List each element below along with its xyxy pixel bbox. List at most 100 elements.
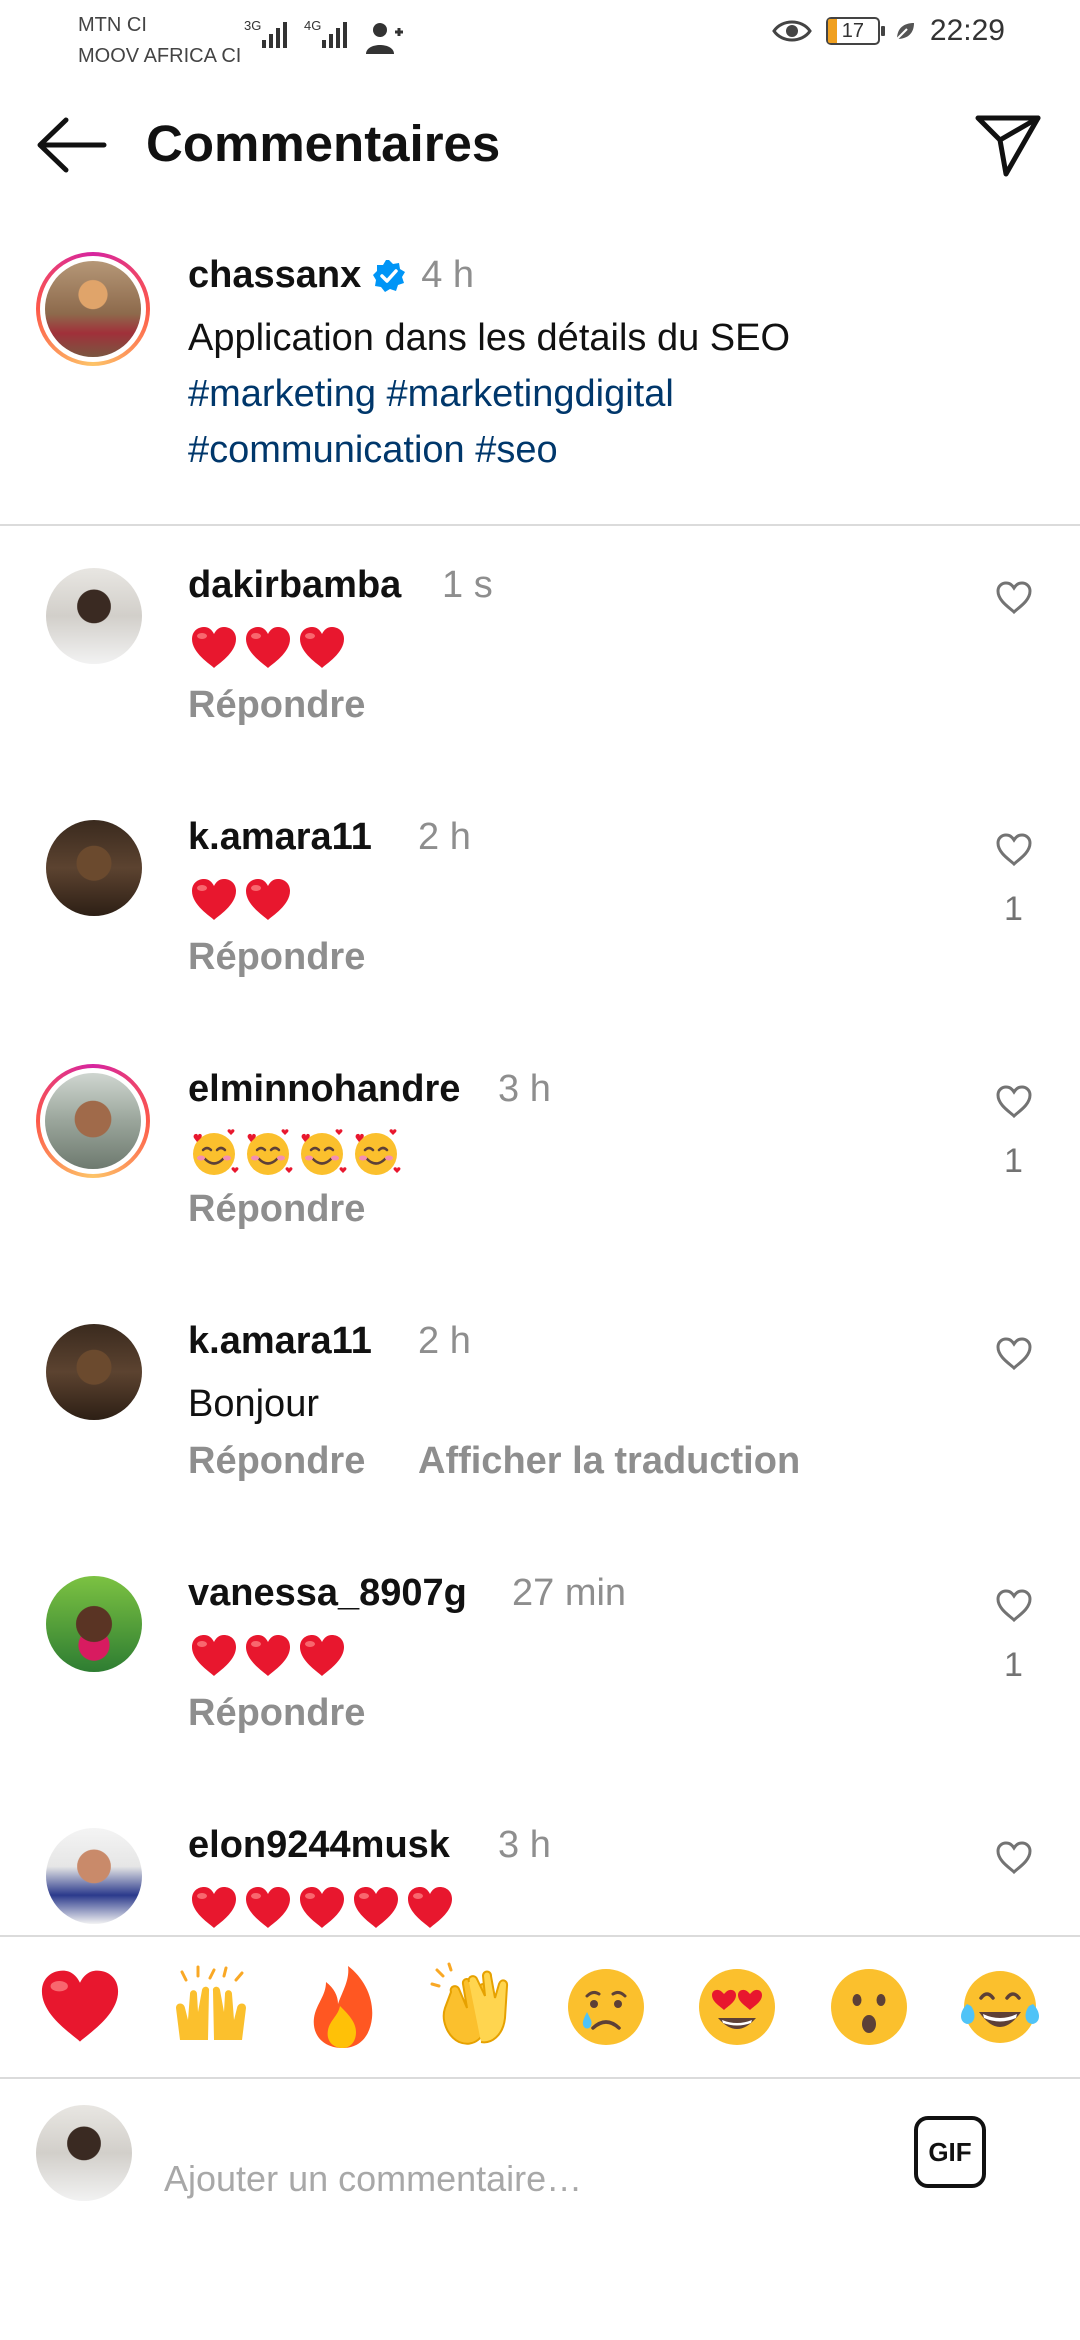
- eye-icon: [772, 20, 812, 42]
- comment-composer: GIF: [0, 2077, 1080, 2340]
- reaction-fire[interactable]: [295, 1959, 391, 2055]
- network-2-label: 4G: [304, 18, 322, 33]
- comment-time: 2 h: [418, 816, 471, 858]
- comment-username[interactable]: elminnohandre: [188, 1068, 460, 1111]
- smiling-face-with-hearts-icon: [242, 1126, 294, 1178]
- red-heart-icon: [350, 1882, 402, 1934]
- signal-2-icon: [322, 18, 347, 48]
- comment-text: [188, 1124, 402, 1180]
- comment-time: 1 s: [442, 564, 493, 606]
- caption-username[interactable]: chassanx: [188, 254, 361, 297]
- send-icon[interactable]: [972, 108, 1044, 180]
- reply-button[interactable]: Répondre: [188, 1440, 365, 1483]
- like-count: 1: [1004, 1646, 1023, 1684]
- reaction-surprised-face[interactable]: [821, 1959, 917, 2055]
- comment-username[interactable]: k.amara11: [188, 1320, 372, 1363]
- reaction-clapping-hands[interactable]: [426, 1959, 522, 2055]
- like-heart-icon[interactable]: [994, 1586, 1034, 1626]
- status-right: 17 22:29: [772, 14, 1005, 48]
- red-heart-icon: [242, 622, 294, 674]
- reply-button[interactable]: Répondre: [188, 684, 365, 727]
- commenter-avatar[interactable]: [46, 820, 142, 916]
- reaction-crying-face[interactable]: [558, 1959, 654, 2055]
- caption-avatar[interactable]: [36, 252, 150, 366]
- caption-author[interactable]: chassanx 4 h: [188, 254, 474, 297]
- comment-text: [188, 620, 348, 676]
- comment-time: 3 h: [498, 1068, 551, 1110]
- red-heart-icon: [188, 622, 240, 674]
- comment-text: [188, 1880, 456, 1935]
- crying-face-icon: [567, 1969, 644, 2045]
- like-count: 1: [1004, 890, 1023, 928]
- back-arrow-icon[interactable]: [34, 110, 110, 180]
- status-time: 22:29: [929, 14, 1005, 47]
- reaction-heart-eyes[interactable]: [689, 1959, 785, 2055]
- comment-time: 27 min: [512, 1572, 627, 1614]
- red-heart-icon: [188, 1630, 240, 1682]
- heart-eyes-icon: [699, 1969, 776, 2045]
- commenter-avatar[interactable]: [46, 1576, 142, 1672]
- like-count: 1: [1004, 1142, 1023, 1180]
- caption-time: 4 h: [421, 254, 475, 296]
- gif-button[interactable]: GIF: [914, 2116, 986, 2188]
- caption-hashtags-1[interactable]: #marketing #marketingdigital: [188, 366, 1028, 422]
- current-user-avatar: [36, 2105, 132, 2201]
- red-heart-icon: [188, 1882, 240, 1934]
- red-heart-icon: [296, 622, 348, 674]
- caption-body: Application dans les détails du SEO: [188, 317, 791, 359]
- comment-input[interactable]: [164, 2149, 884, 2209]
- commenter-avatar[interactable]: [46, 1828, 142, 1924]
- red-heart-icon: [404, 1882, 456, 1934]
- network-1-label: 3G: [244, 18, 262, 33]
- comment-item: k.amara11 2 h Répondre 1: [0, 808, 1080, 1060]
- caption-divider: [0, 524, 1080, 526]
- comment-text: Bonjour: [188, 1382, 319, 1425]
- reaction-raising-hands[interactable]: [163, 1959, 259, 2055]
- comment-item: elminnohandre 3 h Répondre 1: [0, 1060, 1080, 1312]
- commenter-avatar[interactable]: [46, 1324, 142, 1420]
- red-heart-icon: [296, 1882, 348, 1934]
- smiling-face-with-hearts-icon: [350, 1126, 402, 1178]
- like-heart-icon[interactable]: [994, 1082, 1034, 1122]
- header: Commentaires: [0, 80, 1080, 210]
- signal-1-icon: [262, 18, 287, 48]
- leaf-icon: [896, 23, 914, 40]
- red-heart-icon: [188, 874, 240, 926]
- carrier-1: MTN CI: [78, 14, 147, 36]
- comment-username[interactable]: vanessa_8907g: [188, 1572, 467, 1615]
- caption-hashtags-2[interactable]: #communication #seo: [188, 422, 1028, 478]
- like-heart-icon[interactable]: [994, 1334, 1034, 1374]
- like-heart-icon[interactable]: [994, 1838, 1034, 1878]
- reaction-tears-of-joy[interactable]: [952, 1959, 1048, 2055]
- see-translation-button[interactable]: Afficher la traduction: [418, 1440, 800, 1483]
- fire-icon: [313, 1966, 373, 2048]
- quick-reaction-bar: [0, 1935, 1080, 2077]
- post-caption: chassanx 4 h Application dans les détail…: [0, 240, 1080, 522]
- tears-of-joy-icon: [961, 1971, 1040, 2043]
- reaction-heart[interactable]: [32, 1959, 128, 2055]
- like-heart-icon[interactable]: [994, 830, 1034, 870]
- verified-badge-icon: [373, 259, 406, 292]
- comment-item: k.amara11 2 h Bonjour Répondre Afficher …: [0, 1312, 1080, 1564]
- battery-level: 17: [841, 19, 865, 42]
- comment-username[interactable]: elon9244musk: [188, 1824, 450, 1867]
- reply-button[interactable]: Répondre: [188, 1188, 365, 1231]
- comment-item: vanessa_8907g 27 min Répondre 1: [0, 1564, 1080, 1816]
- clapping-hands-icon: [430, 1962, 509, 2045]
- commenter-avatar[interactable]: [36, 1064, 150, 1178]
- commenter-avatar[interactable]: [46, 568, 142, 664]
- heart-icon: [35, 1962, 125, 2052]
- reply-button[interactable]: Répondre: [188, 1692, 365, 1735]
- red-heart-icon: [242, 1630, 294, 1682]
- comment-username[interactable]: k.amara11: [188, 816, 372, 859]
- comment-time: 3 h: [498, 1824, 551, 1866]
- carrier-2: MOOV AFRICA CI: [78, 45, 242, 67]
- comment-username[interactable]: dakirbamba: [188, 564, 401, 607]
- like-heart-icon[interactable]: [994, 578, 1034, 618]
- battery-icon: 17: [825, 17, 885, 45]
- smiling-face-with-hearts-icon: [296, 1126, 348, 1178]
- red-heart-icon: [242, 874, 294, 926]
- status-bar: MTN CI MOOV AFRICA CI 3G 4G 17 22:29: [0, 0, 1080, 80]
- reply-button[interactable]: Répondre: [188, 936, 365, 979]
- comment-item: elon9244musk 3 h: [0, 1816, 1080, 1935]
